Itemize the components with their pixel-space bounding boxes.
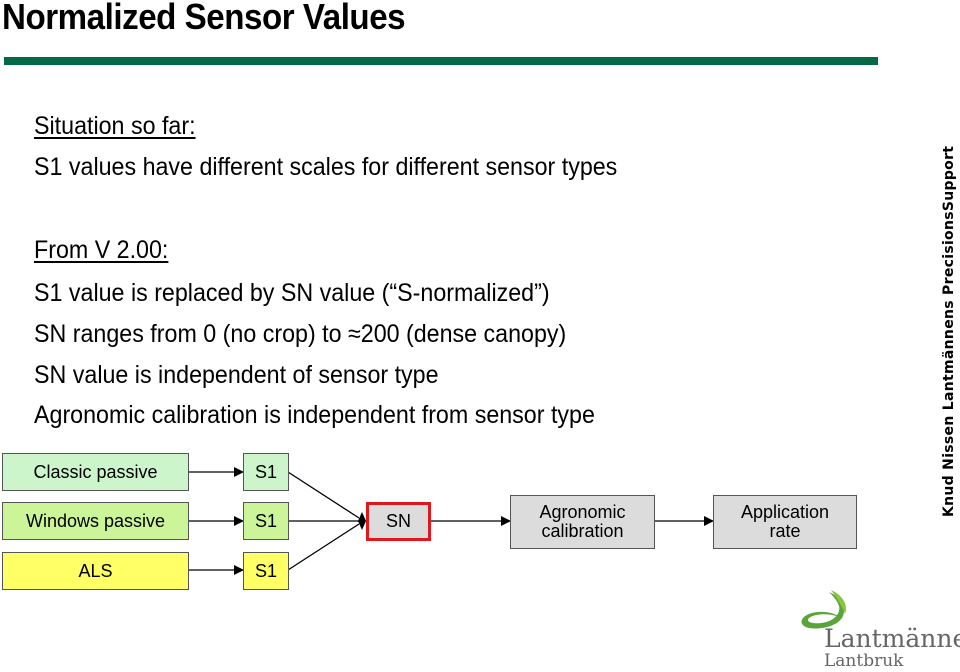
presenter-sidebar-text: Knud Nissen Lantmännens PrecisionsSuppor…	[941, 145, 957, 517]
logo-sub: Lantbruk	[824, 651, 904, 671]
sn-box: SN	[366, 502, 431, 541]
line-s1-classic-to-sn	[287, 471, 360, 519]
agronomic-calibration-box: Agronomic calibration	[510, 495, 655, 549]
rate-label-line2: rate	[769, 521, 801, 541]
sensor-box-classic-passive: Classic passive	[2, 453, 189, 491]
application-rate-box: Application rate	[713, 495, 857, 549]
s1-box-als: S1	[243, 552, 289, 590]
sensor-box-windows-passive: Windows passive	[2, 502, 189, 540]
s1-box-classic: S1	[243, 453, 289, 491]
calibration-label-line1: Agronomic	[539, 502, 626, 522]
sensor-box-als: ALS	[2, 552, 189, 590]
s1-box-windows: S1	[243, 502, 289, 540]
line-s1-als-to-sn	[287, 523, 360, 571]
rate-label-line1: Application	[740, 502, 830, 522]
logo-text: Lantmännen Lantbruk	[824, 624, 960, 671]
logo-name: Lantmännen	[824, 624, 960, 653]
merge-diamond-icon	[358, 512, 366, 530]
calibration-label-line2: calibration	[541, 521, 624, 541]
